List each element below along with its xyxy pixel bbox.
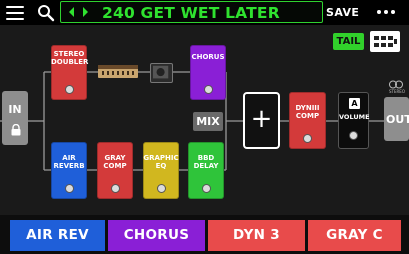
hamburger-icon[interactable]: [6, 6, 24, 20]
stereo-indicator: STEREO: [385, 80, 409, 94]
stereo-label: STEREO: [389, 89, 405, 94]
cab-icon: [152, 65, 169, 79]
add-icon: +: [250, 104, 273, 134]
block-knob-icon: [64, 184, 74, 193]
block-knob-icon: [303, 134, 312, 143]
mix-block[interactable]: MIX: [193, 112, 223, 131]
block-label: AIR REVERB: [53, 154, 85, 170]
footswitch-gray-c[interactable]: GRAY C: [308, 220, 401, 251]
amp-block[interactable]: [98, 65, 138, 78]
save-button[interactable]: SAVE: [326, 6, 359, 19]
block-label: VOLUME: [339, 113, 370, 121]
preset-nav-arrows-icon[interactable]: [69, 6, 89, 18]
helix-screen: 240 GET WET LATER SAVE TAIL IN STEREO DO…: [0, 0, 409, 254]
lock-icon: [11, 124, 21, 136]
cab-block[interactable]: [150, 63, 173, 83]
block-bbd-delay[interactable]: BBD DELAY: [188, 142, 224, 199]
block-label: BBD DELAY: [193, 154, 219, 170]
top-bar: 240 GET WET LATER SAVE: [0, 0, 409, 25]
block-label: GRAPHIC EQ: [143, 154, 179, 170]
more-icon[interactable]: [376, 7, 396, 17]
block-stereo-doubler[interactable]: STEREO DOUBLER: [51, 45, 89, 100]
footswitch-air-rev[interactable]: AIR REV: [10, 220, 105, 251]
footswitch-chorus[interactable]: CHORUS: [108, 220, 205, 251]
block-knob-icon: [201, 184, 211, 193]
tail-button[interactable]: TAIL: [333, 33, 364, 50]
output-label: OUT: [386, 113, 409, 126]
block-knob-icon: [156, 184, 166, 193]
input-block[interactable]: IN: [2, 91, 28, 145]
block-label: GRAY COMP: [103, 154, 127, 170]
signal-flow-canvas: TAIL IN STEREO DOUBLER CHORUS AIR REVERB…: [0, 25, 409, 215]
block-knob-icon: [64, 85, 74, 94]
block-label: STEREO DOUBLER: [51, 50, 89, 66]
add-block-button[interactable]: +: [243, 92, 280, 149]
block-knob-icon: [203, 85, 213, 94]
block-label: CHORUS: [191, 53, 225, 61]
preset-selector[interactable]: 240 GET WET LATER: [60, 1, 323, 23]
footswitch-bar: AIR REV CHORUS DYN 3 GRAY C: [0, 215, 409, 254]
block-dyniii-comp[interactable]: DYNIII COMP: [289, 92, 326, 149]
footswitch-dyn3[interactable]: DYN 3: [208, 220, 305, 251]
block-graphic-eq[interactable]: GRAPHIC EQ: [143, 142, 179, 199]
output-block[interactable]: OUT: [384, 97, 409, 141]
block-air-reverb[interactable]: AIR REVERB: [51, 142, 87, 199]
block-gray-comp[interactable]: GRAY COMP: [97, 142, 133, 199]
input-label: IN: [8, 103, 22, 116]
stereo-icon: [389, 80, 403, 89]
volume-badge: A: [349, 98, 360, 109]
block-chorus[interactable]: CHORUS: [190, 45, 226, 100]
block-label: DYNIII COMP: [295, 104, 320, 120]
amp-icon: [98, 65, 138, 75]
block-knob-icon: [349, 131, 358, 140]
preset-name: 240 GET WET LATER: [102, 4, 280, 22]
block-view-grid-icon[interactable]: [370, 31, 400, 52]
block-knob-icon: [110, 184, 120, 193]
block-volume[interactable]: A VOLUME: [338, 92, 370, 149]
search-icon[interactable]: [37, 4, 55, 22]
